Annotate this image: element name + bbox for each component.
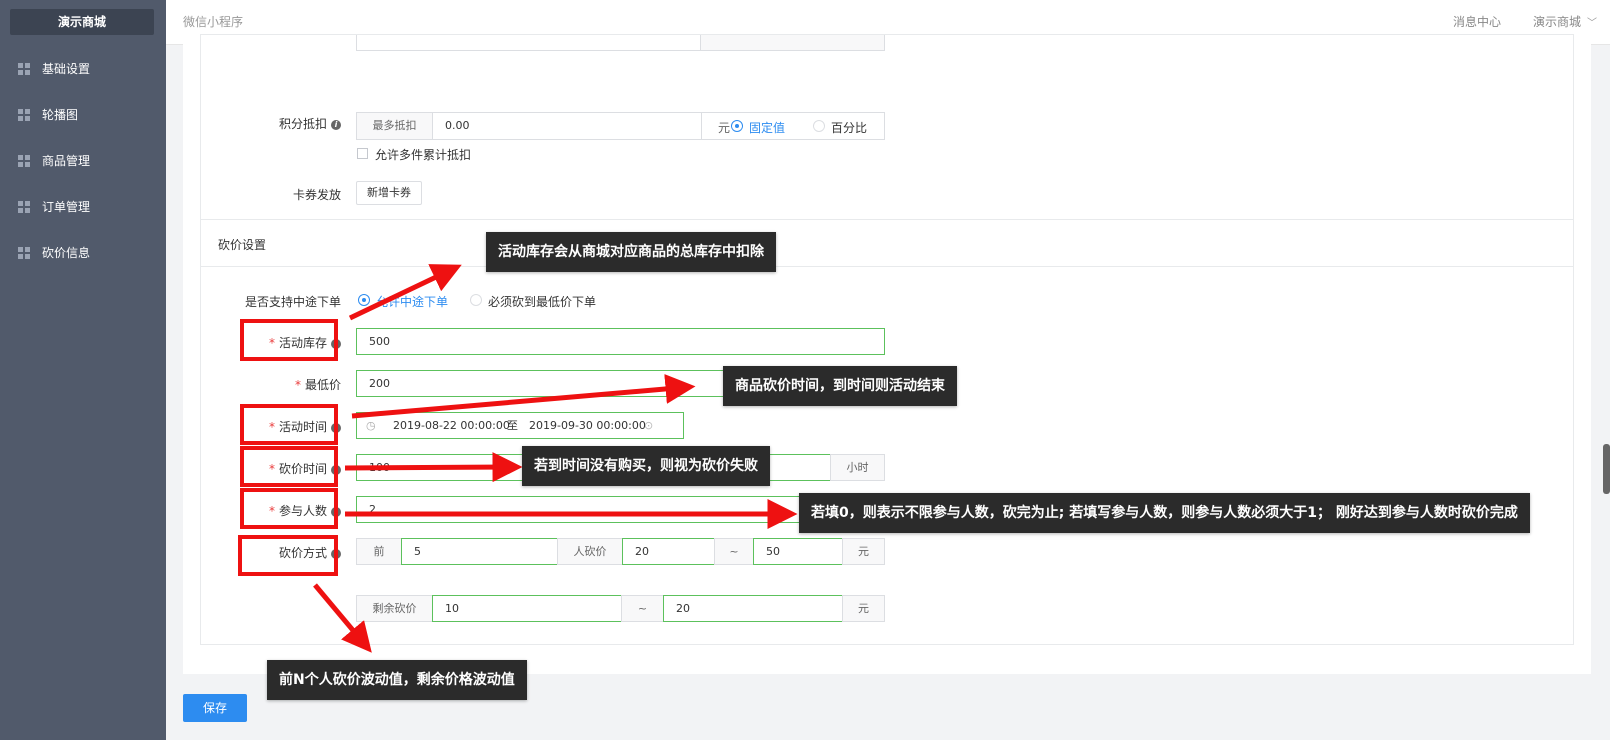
grid-icon <box>18 63 30 75</box>
highlight-duration <box>240 446 338 487</box>
coupon-label: 卡券发放 <box>292 188 341 202</box>
midway-label: 是否支持中途下单 <box>244 295 341 309</box>
remaining-min-input[interactable]: 10 <box>432 595 622 622</box>
sidebar-item-products[interactable]: 商品管理 <box>0 141 166 181</box>
fixed-value-label[interactable]: 固定值 <box>749 119 785 136</box>
grid-icon <box>18 109 30 121</box>
points-input[interactable]: 0.00 <box>432 112 702 140</box>
callout-time: 商品砍价时间，到时间则活动结束 <box>723 366 957 406</box>
duration-unit: 小时 <box>830 454 885 481</box>
scrollbar-thumb[interactable] <box>1603 444 1610 494</box>
callout-people: 若填0，则表示不限参与人数，砍完为止; 若填写参与人数，则参与人数必须大于1； … <box>799 493 1530 533</box>
callout-method: 前N个人砍价波动值，剩余价格波动值 <box>267 660 527 700</box>
sidebar-item-label: 基础设置 <box>42 62 91 76</box>
remaining-unit: 元 <box>842 595 885 622</box>
scrolled-input[interactable] <box>356 35 701 51</box>
grid-icon <box>18 247 30 259</box>
scrolled-addon <box>700 35 885 51</box>
remaining-prefix: 剩余砍价 <box>356 595 433 622</box>
sidebar-item-orders[interactable]: 订单管理 <box>0 187 166 227</box>
remaining-tilde: ~ <box>621 595 664 622</box>
highlight-stock <box>240 319 338 361</box>
start-date[interactable]: 2019-08-22 00:00:00 <box>393 413 510 439</box>
sidebar-item-label: 砍价信息 <box>42 246 91 260</box>
stock-input[interactable]: 500 <box>356 328 885 355</box>
stack-checkbox-label[interactable]: 允许多件累计抵扣 <box>375 146 471 163</box>
end-date[interactable]: 2019-09-30 00:00:00 <box>529 413 646 439</box>
grid-icon <box>18 201 30 213</box>
shop-menu-label: 演示商城 <box>1533 15 1582 29</box>
highlight-time <box>240 404 338 445</box>
sidebar-item-label: 订单管理 <box>42 200 91 214</box>
points-label: 积分抵扣 i <box>241 115 341 132</box>
first-max-input[interactable]: 50 <box>753 538 843 565</box>
grid-icon <box>18 155 30 167</box>
sidebar-item-banner[interactable]: 轮播图 <box>0 95 166 135</box>
percent-label[interactable]: 百分比 <box>831 119 867 136</box>
first-min-input[interactable]: 20 <box>622 538 715 565</box>
method-prefix: 前 <box>356 538 402 565</box>
bargain-settings-card: 砍价设置 是否支持中途下单 允许中途下单 必须砍到最低价下单 * 活动库存 i 50… <box>200 219 1574 645</box>
highlight-method <box>238 535 338 576</box>
bargain-section-title: 砍价设置 <box>218 238 267 252</box>
sidebar-item-label: 商品管理 <box>42 154 91 168</box>
callout-stock: 活动库存会从商城对应商品的总库存中扣除 <box>486 232 776 272</box>
bargain-card-header: 砍价设置 <box>201 220 1573 267</box>
per-person-label: 人砍价 <box>557 538 623 565</box>
highlight-people <box>240 488 338 529</box>
clock-icon: ◷ <box>366 419 376 432</box>
must-lowest-label[interactable]: 必须砍到最低价下单 <box>488 293 596 310</box>
min-price-label: * 最低价 <box>294 378 341 392</box>
sidebar-item-bargain[interactable]: 砍价信息 <box>0 233 166 273</box>
main-content: 积分抵扣 i 最多抵扣 0.00 元 固定值 百分比 允许多件累计抵扣 卡券发放 … <box>183 34 1591 674</box>
date-separator: 至 <box>507 419 518 432</box>
promotion-card: 积分抵扣 i 最多抵扣 0.00 元 固定值 百分比 允许多件累计抵扣 卡券发放 … <box>200 34 1574 242</box>
allow-midway-radio[interactable] <box>358 294 370 306</box>
allow-midway-label[interactable]: 允许中途下单 <box>376 293 448 310</box>
remaining-max-input[interactable]: 20 <box>663 595 843 622</box>
stack-checkbox[interactable] <box>357 148 368 159</box>
chevron-down-icon: ﹀ <box>1587 18 1598 29</box>
first-n-input[interactable]: 5 <box>401 538 558 565</box>
percent-radio[interactable] <box>813 120 825 132</box>
date-range-picker[interactable]: ◷ 2019-08-22 00:00:00 至 2019-09-30 00:00… <box>356 412 684 439</box>
info-icon: i <box>331 120 341 130</box>
fixed-value-radio[interactable] <box>731 120 743 132</box>
first-unit: 元 <box>842 538 885 565</box>
points-prefix: 最多抵扣 <box>356 112 433 140</box>
clear-icon[interactable]: ⊙ <box>644 413 653 439</box>
callout-duration: 若到时间没有购买，则视为砍价失败 <box>522 446 770 486</box>
sidebar-item-basic-settings[interactable]: 基础设置 <box>0 49 166 89</box>
first-tilde: ~ <box>714 538 754 565</box>
points-unit: 元 <box>718 121 731 135</box>
add-coupon-button[interactable]: 新增卡券 <box>356 181 422 205</box>
save-button[interactable]: 保存 <box>183 694 247 722</box>
must-lowest-radio[interactable] <box>470 294 482 306</box>
sidebar-item-label: 轮播图 <box>42 108 79 122</box>
sidebar: 演示商城 基础设置 轮播图 商品管理 订单管理 砍价信息 <box>0 0 166 740</box>
sidebar-brand[interactable]: 演示商城 <box>10 9 154 35</box>
